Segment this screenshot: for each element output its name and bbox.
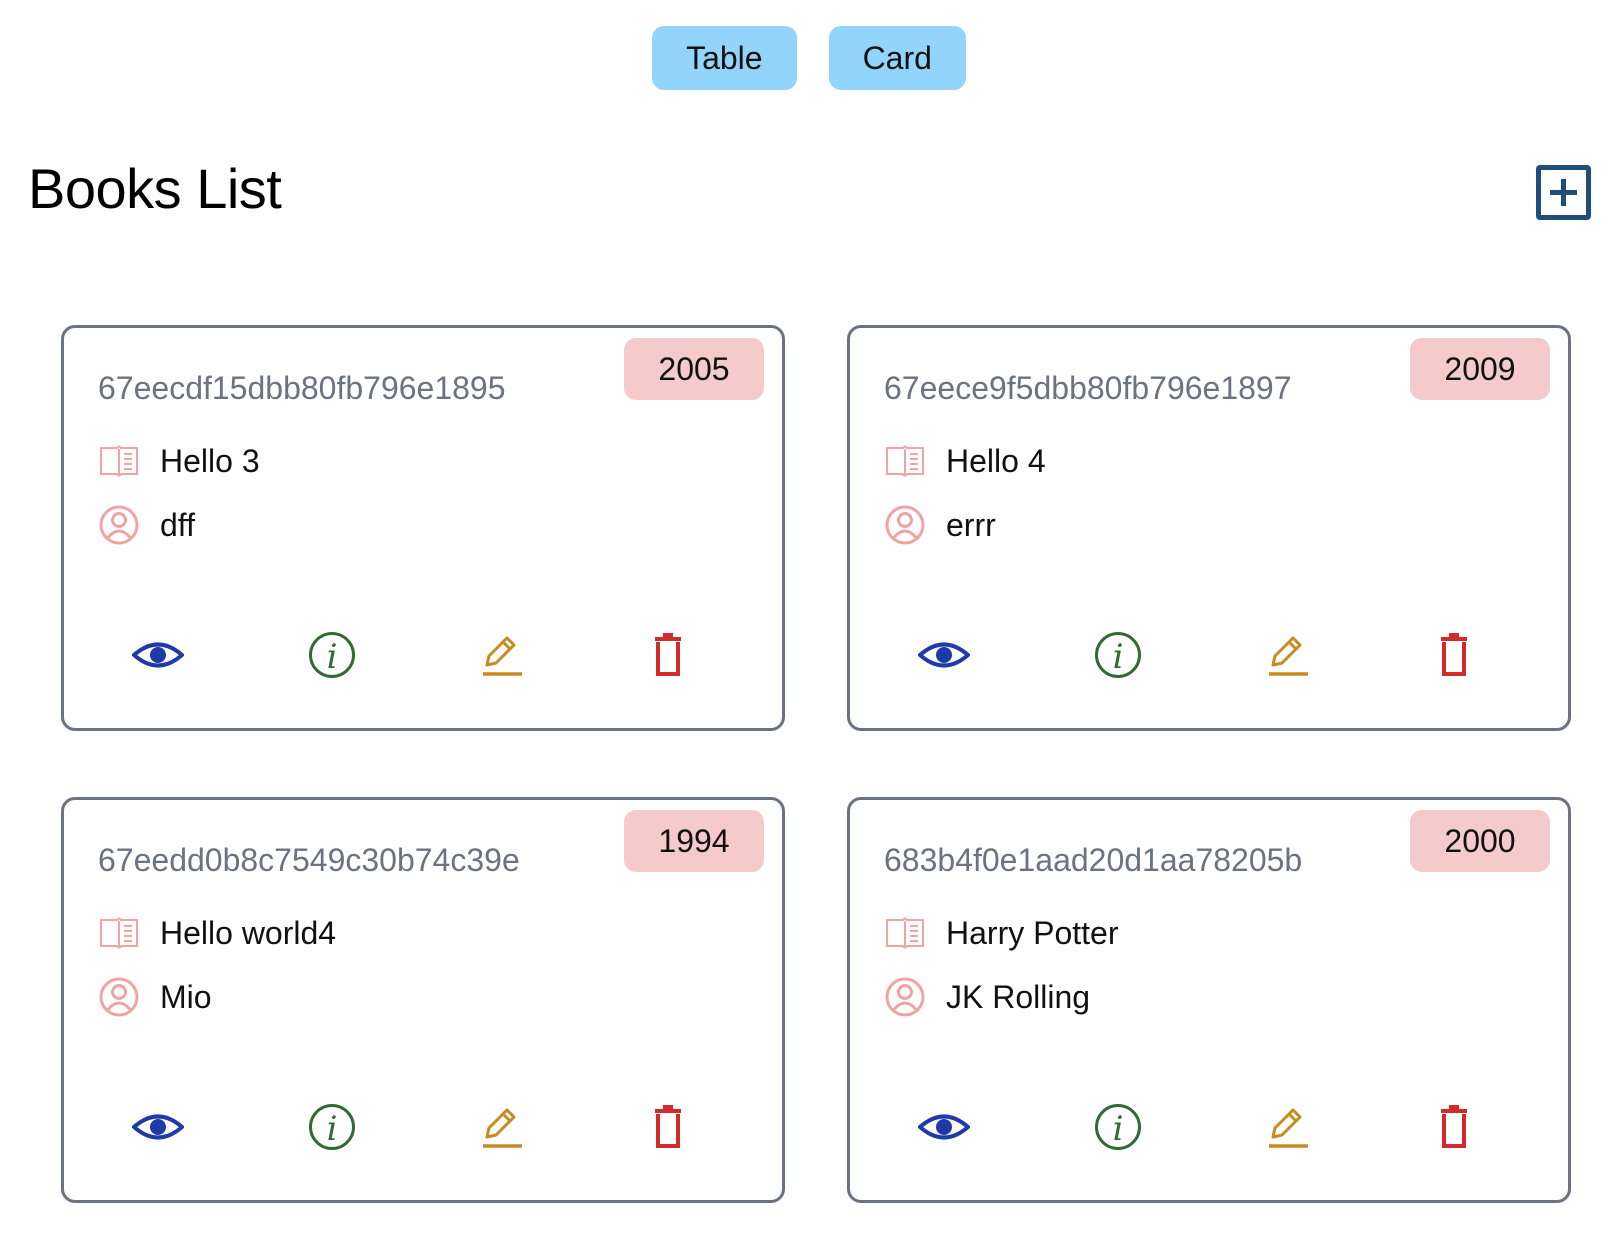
book-author: Mio: [160, 978, 212, 1015]
user-circle-icon: [98, 976, 140, 1018]
table-view-button[interactable]: Table: [652, 26, 797, 90]
card-actions: i: [64, 1102, 782, 1152]
delete-button[interactable]: [1426, 630, 1482, 680]
book-title: Hello 4: [946, 442, 1046, 479]
card-actions: i: [850, 630, 1568, 680]
edit-button[interactable]: [1260, 1102, 1316, 1152]
card-actions: i: [850, 1102, 1568, 1152]
book-card: 2000 683b4f0e1aad20d1aa78205b Harry Pott…: [847, 797, 1571, 1203]
pencil-icon: [483, 1108, 522, 1148]
book-title: Hello 3: [160, 442, 260, 479]
card-view-button[interactable]: Card: [828, 26, 966, 90]
book-card: 1994 67eedd0b8c7549c30b74c39e Hello worl…: [61, 797, 785, 1203]
page-title: Books List: [28, 157, 282, 220]
user-circle-icon: [98, 504, 140, 546]
book-card: 2005 67eecdf15dbb80fb796e1895 Hello 3 df…: [61, 325, 785, 731]
pencil-icon: [1269, 1108, 1308, 1148]
pencil-icon: [1269, 636, 1308, 676]
view-button[interactable]: [916, 1102, 972, 1152]
book-id: 67eece9f5dbb80fb796e1897: [884, 370, 1292, 406]
svg-text:i: i: [1113, 637, 1124, 677]
eye-icon: [918, 1114, 970, 1140]
book-id: 67eecdf15dbb80fb796e1895: [98, 370, 506, 406]
book-title-row: Hello 3: [98, 440, 260, 482]
trash-icon: [655, 1105, 681, 1148]
open-book-icon: [98, 440, 140, 482]
book-title: Harry Potter: [946, 914, 1119, 951]
book-title-row: Hello 4: [884, 440, 1046, 482]
edit-button[interactable]: [474, 630, 530, 680]
year-badge: 2005: [624, 338, 764, 400]
delete-button[interactable]: [640, 630, 696, 680]
eye-icon: [918, 642, 970, 668]
trash-icon: [1441, 1105, 1467, 1148]
delete-button[interactable]: [1426, 1102, 1482, 1152]
plus-square-icon: [1550, 179, 1577, 206]
year-badge: 2000: [1410, 810, 1550, 872]
info-button[interactable]: i: [304, 1102, 360, 1152]
view-button[interactable]: [130, 630, 186, 680]
user-circle-icon: [884, 504, 926, 546]
info-button[interactable]: i: [304, 630, 360, 680]
book-author: JK Rolling: [946, 978, 1091, 1015]
book-title-row: Hello world4: [98, 912, 336, 954]
edit-button[interactable]: [1260, 630, 1316, 680]
book-author-row: JK Rolling: [884, 976, 1090, 1018]
book-author-row: Mio: [98, 976, 212, 1018]
year-badge: 1994: [624, 810, 764, 872]
delete-button[interactable]: [640, 1102, 696, 1152]
info-circle-icon: i: [1095, 1104, 1141, 1150]
eye-icon: [132, 642, 184, 668]
view-toggle: Table Card: [0, 26, 1618, 90]
info-circle-icon: i: [1095, 632, 1141, 678]
add-book-button[interactable]: [1536, 165, 1591, 220]
trash-icon: [1441, 633, 1467, 676]
year-badge: 2009: [1410, 338, 1550, 400]
info-button[interactable]: i: [1090, 1102, 1146, 1152]
edit-button[interactable]: [474, 1102, 530, 1152]
svg-text:i: i: [1113, 1109, 1124, 1149]
svg-text:i: i: [327, 637, 338, 677]
book-card-grid: 2005 67eecdf15dbb80fb796e1895 Hello 3 df…: [61, 325, 1571, 1203]
svg-text:i: i: [327, 1109, 338, 1149]
pencil-icon: [483, 636, 522, 676]
info-circle-icon: i: [309, 632, 355, 678]
book-card: 2009 67eece9f5dbb80fb796e1897 Hello 4 er…: [847, 325, 1571, 731]
open-book-icon: [884, 912, 926, 954]
eye-icon: [132, 1114, 184, 1140]
user-circle-icon: [884, 976, 926, 1018]
book-id: 683b4f0e1aad20d1aa78205b: [884, 842, 1303, 878]
info-button[interactable]: i: [1090, 630, 1146, 680]
book-author: errr: [946, 506, 996, 543]
trash-icon: [655, 633, 681, 676]
view-button[interactable]: [916, 630, 972, 680]
info-circle-icon: i: [309, 1104, 355, 1150]
card-actions: i: [64, 630, 782, 680]
book-title: Hello world4: [160, 914, 337, 951]
open-book-icon: [884, 440, 926, 482]
book-author: dff: [160, 506, 195, 543]
open-book-icon: [98, 912, 140, 954]
book-title-row: Harry Potter: [884, 912, 1118, 954]
view-button[interactable]: [130, 1102, 186, 1152]
book-author-row: errr: [884, 504, 996, 546]
book-author-row: dff: [98, 504, 195, 546]
book-id: 67eedd0b8c7549c30b74c39e: [98, 842, 520, 878]
